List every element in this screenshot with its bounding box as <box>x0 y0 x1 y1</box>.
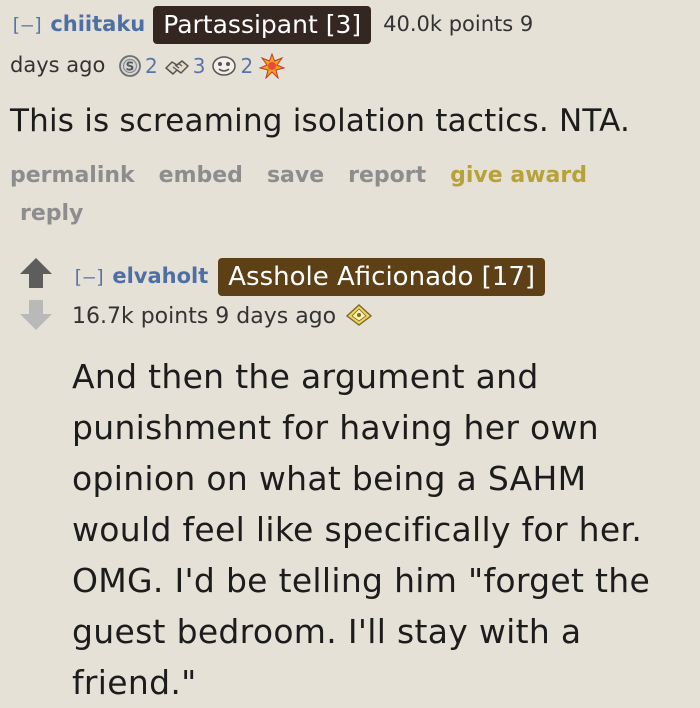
upvote-arrow-icon[interactable] <box>18 256 54 292</box>
collapse-toggle[interactable]: [–] <box>72 266 106 288</box>
helpful-award-icon[interactable] <box>345 303 373 327</box>
award-count: 2 <box>144 54 158 78</box>
award-count: 2 <box>240 54 254 78</box>
author-link[interactable]: elvaholt <box>112 264 208 288</box>
award-silver[interactable]: S 2 <box>118 46 158 86</box>
vote-controls <box>18 256 54 332</box>
comment-actions: permalink embed save report give award reply <box>10 156 694 232</box>
comment-tagline: [–] elvaholt Asshole Aficionado [17] <box>72 256 692 297</box>
svg-text:S: S <box>126 60 135 74</box>
timestamp: days ago <box>10 53 106 77</box>
comment-body: And then the argument and punishment for… <box>72 357 651 702</box>
permalink-button[interactable]: permalink <box>10 163 135 188</box>
comment-meta: 16.7k points 9 days ago <box>72 297 692 337</box>
save-button[interactable]: save <box>267 163 324 188</box>
points-and-time: 16.7k points 9 days ago <box>72 304 337 329</box>
comment-tagline: [–] chiitaku Partassipant [3] 40.0k points … <box>10 4 694 86</box>
comment-chiitaku: [–] chiitaku Partassipant [3] 40.0k points … <box>10 4 694 232</box>
award-face[interactable]: 2 <box>211 46 253 86</box>
awards-list: S 2 3 2 <box>112 46 288 86</box>
award-count: 3 <box>192 54 206 78</box>
give-award-button[interactable]: give award <box>450 163 587 188</box>
comment-body: This is screaming isolation tactics. NTA… <box>10 103 631 139</box>
report-button[interactable]: report <box>348 163 426 188</box>
silver-coin-icon: S <box>119 55 141 77</box>
user-flair: Partassipant [3] <box>153 6 372 44</box>
comment-content: [–] elvaholt Asshole Aficionado [17] 16.7k… <box>72 256 692 708</box>
award-starburst[interactable] <box>259 53 288 79</box>
author-link[interactable]: chiitaku <box>50 12 145 36</box>
reply-button[interactable]: reply <box>20 196 670 232</box>
downvote-arrow-icon[interactable] <box>18 296 54 332</box>
embed-button[interactable]: embed <box>159 163 243 188</box>
face-award-icon <box>212 56 237 76</box>
points-score: 40.0k points 9 <box>383 12 534 36</box>
handshake-icon <box>164 60 189 75</box>
starburst-award-icon <box>259 53 286 79</box>
collapse-toggle[interactable]: [–] <box>10 14 44 36</box>
user-flair: Asshole Aficionado [17] <box>218 258 546 296</box>
award-handshake[interactable]: 3 <box>164 46 206 86</box>
